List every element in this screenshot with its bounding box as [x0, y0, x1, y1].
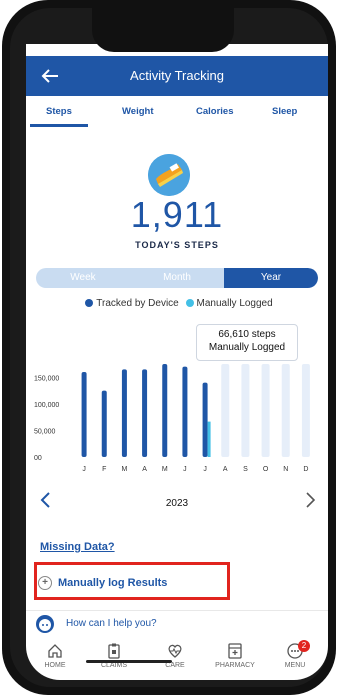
- missing-data-link[interactable]: Missing Data?: [40, 541, 115, 553]
- tooltip-steps: 66,610 steps: [218, 329, 276, 340]
- bar-empty[interactable]: [221, 364, 230, 457]
- bar-device[interactable]: [81, 371, 87, 457]
- assistant-avatar-icon: [36, 615, 54, 633]
- bar-empty[interactable]: [241, 364, 250, 457]
- nav-menu-label: MENU: [284, 662, 306, 669]
- bar-device[interactable]: [202, 382, 208, 457]
- tab-steps[interactable]: Steps: [30, 106, 88, 127]
- x-tick-label: F: [102, 466, 106, 473]
- legend-device-dot: [85, 299, 94, 308]
- nav-home[interactable]: HOME: [30, 642, 80, 669]
- manual-log-label: Manually log Results: [58, 576, 168, 589]
- nav-pharmacy[interactable]: PHARMACY: [210, 642, 260, 669]
- notch: [92, 8, 234, 52]
- x-tick-label: O: [263, 466, 269, 473]
- bar-device[interactable]: [121, 369, 127, 457]
- app-screen: Activity Tracking Steps Weight Calories …: [26, 44, 328, 680]
- chevron-right-icon[interactable]: [302, 490, 318, 510]
- tooltip-type: Manually Logged: [208, 342, 286, 353]
- x-tick-label: M: [162, 466, 168, 473]
- manual-log-link[interactable]: + Manually log Results: [38, 576, 167, 590]
- period-selector: Week Month Year: [36, 268, 318, 288]
- period-year[interactable]: Year: [224, 268, 318, 288]
- legend-device-label: Tracked by Device: [96, 298, 179, 309]
- bar-device[interactable]: [182, 366, 188, 457]
- shoe-icon: [148, 154, 190, 196]
- home-icon: [48, 644, 62, 658]
- x-tick-label: D: [303, 466, 308, 473]
- nav-claims-label: CLAIMS: [100, 662, 128, 669]
- legend-manual-label: Manually Logged: [196, 298, 273, 309]
- bar-empty[interactable]: [281, 364, 290, 457]
- tab-weight[interactable]: Weight: [122, 106, 154, 117]
- y-tick-label: 100,000: [34, 402, 59, 409]
- nav-pharmacy-label: PHARMACY: [215, 662, 255, 669]
- nav-home-label: HOME: [44, 662, 66, 669]
- bar-device[interactable]: [101, 390, 107, 457]
- nav-care-label: CARE: [165, 662, 185, 669]
- help-text: How can I help you?: [66, 618, 157, 629]
- bar-device[interactable]: [162, 364, 168, 457]
- period-month[interactable]: Month: [130, 272, 224, 283]
- pharmacy-icon: [228, 643, 242, 659]
- y-tick-label: 50,000: [34, 428, 56, 435]
- help-bar[interactable]: How can I help you?: [26, 610, 328, 637]
- chart-legend: Tracked by Device Manually Logged: [26, 298, 328, 309]
- heart-icon: [168, 644, 182, 658]
- x-tick-label: J: [203, 466, 207, 473]
- x-tick-label: J: [82, 466, 86, 473]
- chart-tooltip: 66,610 steps Manually Logged: [196, 324, 298, 361]
- home-indicator: [86, 660, 172, 663]
- bar-manual[interactable]: [207, 421, 211, 457]
- header-bar: Activity Tracking: [26, 56, 328, 96]
- x-tick-label: S: [243, 466, 248, 473]
- nav-care[interactable]: CARE: [150, 642, 200, 669]
- y-tick-label: 00: [34, 455, 42, 462]
- legend-manual-dot: [185, 299, 194, 308]
- y-tick-label: 150,000: [34, 375, 59, 382]
- tab-sleep[interactable]: Sleep: [272, 106, 297, 117]
- steps-count: 1,911: [130, 194, 224, 235]
- bar-device[interactable]: [142, 369, 148, 457]
- nav-claims[interactable]: CLAIMS: [89, 642, 139, 669]
- x-tick-label: A: [223, 466, 228, 473]
- x-tick-label: N: [283, 466, 288, 473]
- period-week[interactable]: Week: [36, 272, 130, 283]
- tab-calories[interactable]: Calories: [196, 106, 234, 117]
- menu-badge: 2: [298, 640, 310, 652]
- nav-menu[interactable]: 2 MENU: [270, 640, 320, 669]
- x-tick-label: A: [142, 466, 147, 473]
- bar-empty[interactable]: [301, 364, 310, 457]
- plus-circle-icon: +: [38, 576, 52, 590]
- year-label: 2023: [165, 498, 189, 509]
- x-tick-label: M: [121, 466, 127, 473]
- bottom-nav: HOME CLAIMS CARE PHARMACY 2 MENU: [26, 636, 328, 680]
- clipboard-icon: [108, 643, 120, 659]
- tab-bar: Steps Weight Calories Sleep: [26, 96, 328, 130]
- x-tick-label: J: [183, 466, 187, 473]
- steps-label: TODAY'S STEPS: [135, 240, 219, 250]
- bar-empty[interactable]: [261, 364, 270, 457]
- page-title: Activity Tracking: [130, 68, 224, 83]
